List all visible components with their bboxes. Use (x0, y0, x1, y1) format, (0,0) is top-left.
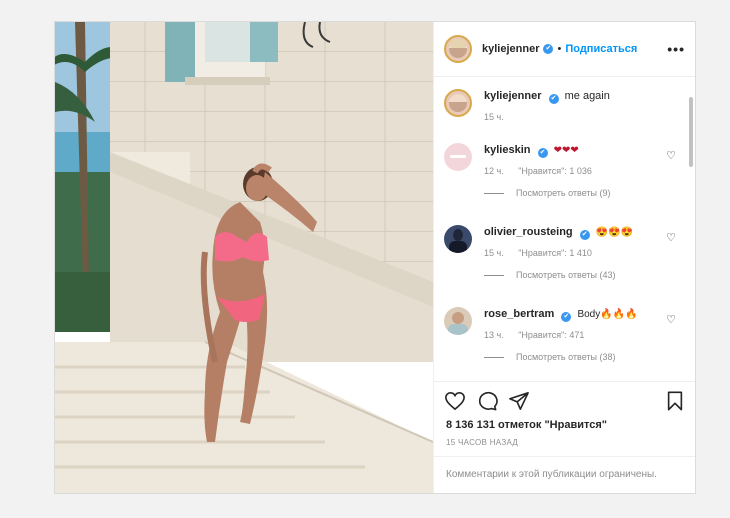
verified-badge-icon: ✔ (543, 44, 554, 54)
comment-likes[interactable]: "Нравится": 1 036 (518, 166, 592, 176)
comment-body: ❤❤❤ (553, 145, 579, 156)
post-card: kyliejenner ✔ • Подписаться ••• kyliejen… (54, 21, 696, 494)
comment-verified-icon: ✔ (561, 312, 572, 322)
commenter-avatar-head (453, 229, 463, 241)
view-replies[interactable]: Посмотреть ответы (38) (484, 352, 686, 362)
comment-text: kylieskin ✔ ❤❤❤ (484, 143, 686, 158)
comment-text: rose_bertram ✔ Body🔥🔥🔥 (484, 307, 686, 322)
caption-avatar[interactable] (444, 89, 472, 117)
comment-item: kylieskin ✔ ❤❤❤ 12 ч. "Нравится": 1 036 … (444, 143, 686, 225)
comment-verified-icon: ✔ (579, 230, 590, 240)
view-replies[interactable]: Посмотреть ответы (43) (484, 270, 686, 280)
comments-list[interactable]: kyliejenner ✔ me again 15 ч. kylieskin ✔… (434, 77, 695, 381)
heart-icon[interactable] (444, 391, 466, 411)
caption-text: kyliejenner ✔ me again (484, 89, 686, 104)
comment-meta: 12 ч. "Нравится": 1 036 (484, 166, 686, 176)
comment-text: olivier_rousteing ✔ 😍😍😍 (484, 225, 686, 240)
header-separator: • (557, 43, 562, 55)
caption-time: 15 ч. (484, 112, 504, 122)
post-actions: 8 136 131 отметок "Нравится" 15 ЧАСОВ НА… (434, 381, 695, 493)
commenter-avatar-logo (450, 155, 466, 158)
photo-illustration (55, 22, 433, 493)
post-header: kyliejenner ✔ • Подписаться ••• (434, 22, 695, 77)
comment-body: 😍😍😍 (595, 227, 634, 238)
commenter-avatar-head (452, 312, 464, 324)
view-replies-label: Посмотреть ответы (38) (516, 352, 616, 362)
comment-item: olivier_rousteing ✔ 😍😍😍 15 ч. "Нравится"… (444, 225, 686, 307)
comment-body: Body🔥🔥🔥 (577, 309, 638, 320)
avatar-hair (450, 39, 466, 48)
post-timestamp[interactable]: 15 ЧАСОВ НАЗАД (446, 438, 518, 447)
author-username[interactable]: kyliejenner (482, 43, 539, 55)
bookmark-icon[interactable] (666, 391, 684, 411)
scrollbar-thumb[interactable] (689, 97, 693, 167)
comment-item: rose_bertram ✔ Body🔥🔥🔥 13 ч. "Нравится":… (444, 307, 686, 381)
view-replies[interactable]: Посмотреть ответы (9) (484, 188, 686, 198)
comments-limited-notice: Комментарии к этой публикации ограничены… (434, 456, 695, 493)
send-icon[interactable] (508, 391, 530, 411)
caption-body: me again (564, 90, 610, 102)
comment-time: 15 ч. (484, 248, 504, 258)
view-replies-label: Посмотреть ответы (43) (516, 270, 616, 280)
post-sidebar: kyliejenner ✔ • Подписаться ••• kyliejen… (433, 22, 695, 493)
commenter-avatar[interactable] (444, 307, 472, 335)
follow-button[interactable]: Подписаться (565, 43, 637, 55)
comment-icon[interactable] (476, 391, 498, 411)
comment-meta: 13 ч. "Нравится": 471 (484, 330, 686, 340)
caption-row: kyliejenner ✔ me again 15 ч. (444, 89, 686, 143)
replies-line (484, 274, 504, 276)
comment-username[interactable]: rose_bertram (484, 308, 554, 320)
caption-username[interactable]: kyliejenner (484, 90, 541, 102)
comment-verified-icon: ✔ (537, 148, 548, 158)
replies-line (484, 192, 504, 194)
more-options-icon[interactable]: ••• (667, 41, 685, 57)
commenter-avatar-body (448, 324, 468, 335)
like-count[interactable]: 8 136 131 отметок "Нравится" (446, 419, 607, 431)
comment-meta: 15 ч. "Нравится": 1 410 (484, 248, 686, 258)
comment-username[interactable]: olivier_rousteing (484, 226, 573, 238)
caption-avatar-face (449, 94, 467, 112)
caption-verified-icon: ✔ (548, 94, 559, 104)
action-icons (444, 391, 530, 411)
commenter-avatar[interactable] (444, 225, 472, 253)
view-replies-label: Посмотреть ответы (9) (516, 188, 611, 198)
commenter-avatar-body (449, 241, 467, 253)
author-avatar[interactable] (444, 35, 472, 63)
comment-username[interactable]: kylieskin (484, 144, 530, 156)
comment-like-icon[interactable]: ♡ (666, 149, 676, 162)
comment-likes[interactable]: "Нравится": 471 (518, 330, 584, 340)
replies-line (484, 356, 504, 358)
comment-time: 13 ч. (484, 330, 504, 340)
comment-time: 12 ч. (484, 166, 504, 176)
post-photo[interactable] (55, 22, 433, 493)
comments-scrollbar[interactable] (689, 82, 693, 378)
commenter-avatar[interactable] (444, 143, 472, 171)
comment-likes[interactable]: "Нравится": 1 410 (518, 248, 592, 258)
comment-like-icon[interactable]: ♡ (666, 231, 676, 244)
comment-like-icon[interactable]: ♡ (666, 313, 676, 326)
